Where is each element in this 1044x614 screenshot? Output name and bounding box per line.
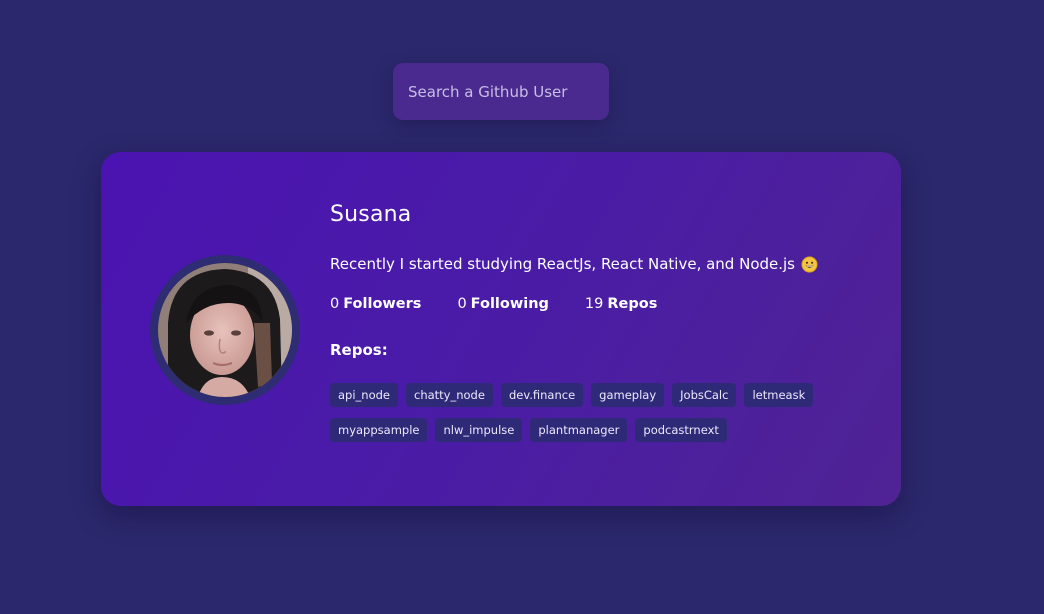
repo-tag[interactable]: nlw_impulse bbox=[435, 418, 523, 442]
repo-tag[interactable]: podcastrnext bbox=[635, 418, 727, 442]
search-input[interactable] bbox=[393, 63, 609, 120]
repos-count: 19 bbox=[584, 296, 604, 312]
user-card: Susana Recently I started studying React… bbox=[101, 152, 901, 506]
repos-label: Repos bbox=[607, 296, 658, 312]
repo-tag[interactable]: api_node bbox=[330, 383, 398, 407]
followers-count: 0 bbox=[330, 296, 340, 312]
repo-tag[interactable]: dev.finance bbox=[500, 383, 584, 407]
repo-list: api_node chatty_node dev.finance gamepla… bbox=[330, 383, 830, 453]
repo-tag[interactable]: JobsCalc bbox=[672, 383, 737, 407]
repo-tag[interactable]: gameplay bbox=[591, 383, 665, 407]
avatar bbox=[150, 255, 300, 405]
user-stats: 0 Followers 0 Following 19 Repos bbox=[330, 293, 880, 315]
user-bio: Recently I started studying ReactJs, Rea… bbox=[330, 253, 880, 275]
following-stat: 0 Following bbox=[457, 293, 548, 315]
followers-stat: 0 Followers bbox=[330, 293, 421, 315]
repo-tag[interactable]: letmeask bbox=[744, 383, 814, 407]
repo-tag[interactable]: myappsample bbox=[330, 418, 428, 442]
repo-tag[interactable]: plantmanager bbox=[530, 418, 628, 442]
user-bio-text: Recently I started studying ReactJs, Rea… bbox=[330, 255, 795, 273]
following-label: Following bbox=[470, 296, 549, 312]
search-box[interactable] bbox=[393, 63, 609, 120]
grinning-face-icon bbox=[801, 255, 818, 273]
repos-heading: Repos: bbox=[330, 341, 388, 359]
avatar-image bbox=[158, 263, 292, 397]
user-name: Susana bbox=[330, 202, 412, 227]
repos-stat: 19 Repos bbox=[585, 293, 657, 315]
user-info: Susana Recently I started studying React… bbox=[330, 200, 880, 453]
repo-tag[interactable]: chatty_node bbox=[406, 383, 493, 407]
following-count: 0 bbox=[457, 296, 467, 312]
followers-label: Followers bbox=[343, 296, 422, 312]
